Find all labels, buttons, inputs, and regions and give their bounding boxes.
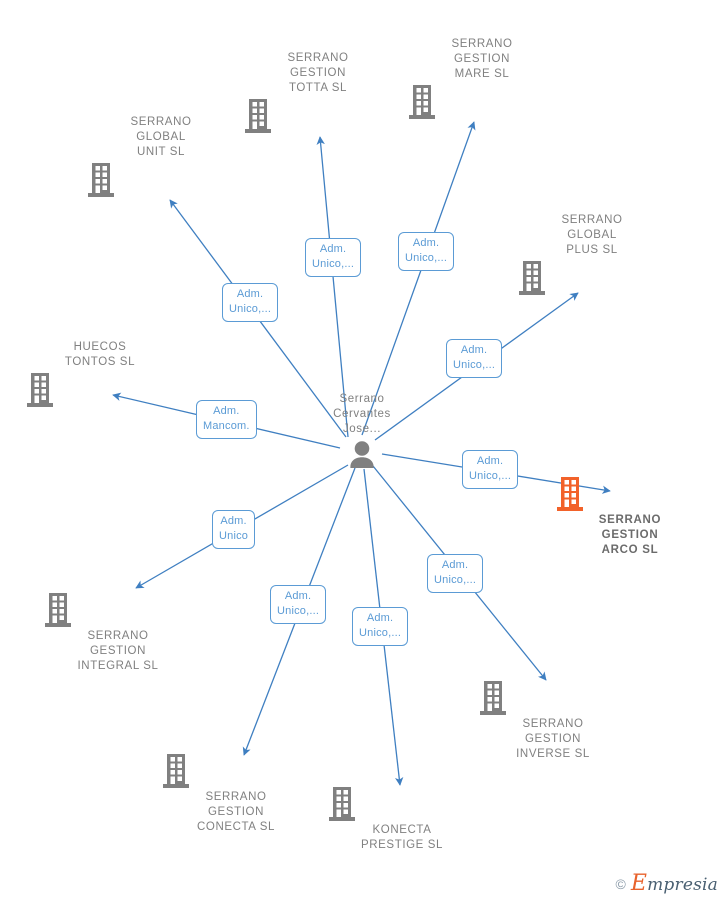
edge-label-e-conecta[interactable]: Adm. Unico,... xyxy=(270,585,327,624)
building-icon xyxy=(555,477,705,511)
edge-label-e-arco[interactable]: Adm. Unico,... xyxy=(462,450,519,489)
building-icon xyxy=(86,163,236,197)
node-label-serrano-gestion-integral: SERRANO GESTION INTEGRAL SL xyxy=(77,630,159,672)
node-label-serrano-global-unit: SERRANO GLOBAL UNIT SL xyxy=(130,116,192,158)
graph-edge-e-mare xyxy=(361,121,476,436)
empresia-watermark: © Empresia xyxy=(616,871,718,896)
edge-label-e-huecos[interactable]: Adm. Mancom. xyxy=(196,400,257,439)
brand-rest: mpresia xyxy=(647,875,718,895)
graph-node-serrano-gestion-mare[interactable]: SERRANO GESTION MARE SL xyxy=(407,37,557,119)
node-label-serrano-gestion-conecta: SERRANO GESTION CONECTA SL xyxy=(197,791,275,833)
node-label-serrano-gestion-mare: SERRANO GESTION MARE SL xyxy=(451,38,513,80)
graph-node-serrano-gestion-conecta[interactable]: SERRANO GESTION CONECTA SL xyxy=(161,754,311,835)
graph-node-serrano-gestion-integral[interactable]: SERRANO GESTION INTEGRAL SL xyxy=(43,593,193,674)
graph-node-serrano-global-unit[interactable]: SERRANO GLOBAL UNIT SL xyxy=(86,115,236,197)
node-label-serrano-gestion-arco: SERRANO GESTION ARCO SL xyxy=(598,514,662,556)
node-label-serrano-global-plus: SERRANO GLOBAL PLUS SL xyxy=(561,214,623,256)
brand-wordmark: Empresia xyxy=(631,871,718,896)
edge-label-e-global-plus[interactable]: Adm. Unico,... xyxy=(446,339,503,378)
graph-node-konecta-prestige[interactable]: KONECTA PRESTIGE SL xyxy=(327,787,477,853)
building-icon xyxy=(517,261,667,295)
person-icon xyxy=(287,440,437,471)
graph-node-huecos-tontos[interactable]: HUECOS TONTOS SL xyxy=(25,340,175,407)
node-label-konecta-prestige: KONECTA PRESTIGE SL xyxy=(360,824,443,851)
building-icon xyxy=(478,681,628,715)
building-icon xyxy=(43,593,193,627)
node-label-center: Serrano Cervantes Jose... xyxy=(333,393,391,435)
edge-label-e-inverse[interactable]: Adm. Unico,... xyxy=(427,554,484,593)
graph-node-serrano-gestion-inverse[interactable]: SERRANO GESTION INVERSE SL xyxy=(478,681,628,762)
building-icon xyxy=(25,373,175,407)
edge-label-e-totta[interactable]: Adm. Unico,... xyxy=(305,238,362,277)
building-icon xyxy=(407,85,557,119)
edge-label-e-integral[interactable]: Adm. Unico xyxy=(212,510,256,549)
edge-label-e-konecta[interactable]: Adm. Unico,... xyxy=(352,607,409,646)
relationship-graph: SERRANO GLOBAL UNIT SL SERRANO GESTION TO… xyxy=(0,0,728,905)
graph-node-center[interactable]: Serrano Cervantes Jose... xyxy=(287,392,437,471)
building-icon xyxy=(243,99,393,133)
building-icon xyxy=(161,754,311,788)
graph-node-serrano-gestion-totta[interactable]: SERRANO GESTION TOTTA SL xyxy=(243,51,393,133)
graph-node-serrano-global-plus[interactable]: SERRANO GLOBAL PLUS SL xyxy=(517,213,667,295)
building-icon xyxy=(327,787,477,821)
node-label-serrano-gestion-inverse: SERRANO GESTION INVERSE SL xyxy=(516,718,590,760)
node-label-huecos-tontos: HUECOS TONTOS SL xyxy=(64,341,136,368)
brand-initial: E xyxy=(630,871,648,896)
edge-label-e-global-unit[interactable]: Adm. Unico,... xyxy=(222,283,279,322)
node-label-serrano-gestion-totta: SERRANO GESTION TOTTA SL xyxy=(287,52,349,94)
graph-node-serrano-gestion-arco[interactable]: SERRANO GESTION ARCO SL xyxy=(555,477,705,558)
edge-label-e-mare[interactable]: Adm. Unico,... xyxy=(398,232,455,271)
copyright-symbol: © xyxy=(615,875,626,892)
